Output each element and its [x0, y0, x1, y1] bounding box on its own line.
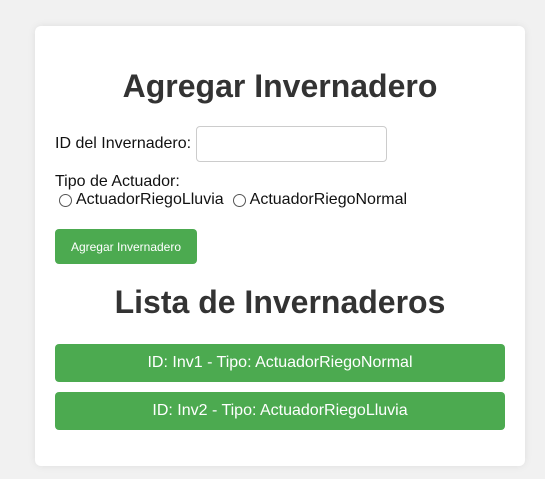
list-item[interactable]: ID: Inv2 - Tipo: ActuadorRiegoLluvia: [55, 392, 505, 430]
id-field-row: ID del Invernadero:: [55, 126, 388, 162]
radio-normal-label: ActuadorRiegoNormal: [249, 191, 408, 208]
tipo-label: Tipo de Actuador:: [55, 173, 180, 190]
list-title: Lista de Invernaderos: [114, 284, 446, 320]
page-title: Agregar Invernadero: [122, 68, 438, 104]
radio-lluvia[interactable]: [59, 193, 72, 207]
radio-option-lluvia[interactable]: ActuadorRiegoLluvia: [59, 191, 224, 209]
list-item[interactable]: ID: Inv1 - Tipo: ActuadorRiegoNormal: [55, 344, 505, 382]
add-invernadero-button[interactable]: Agregar Invernadero: [55, 229, 197, 264]
radio-normal[interactable]: [232, 193, 246, 207]
actuator-radio-group: ActuadorRiegoLluvia ActuadorRiegoNormal: [59, 191, 407, 209]
form-card: Agregar Invernadero ID del Invernadero: …: [35, 26, 525, 466]
radio-lluvia-label: ActuadorRiegoLluvia: [76, 191, 224, 208]
radio-option-normal[interactable]: ActuadorRiegoNormal: [232, 191, 408, 209]
id-input[interactable]: [196, 126, 388, 162]
id-label: ID del Invernadero:: [55, 135, 192, 152]
